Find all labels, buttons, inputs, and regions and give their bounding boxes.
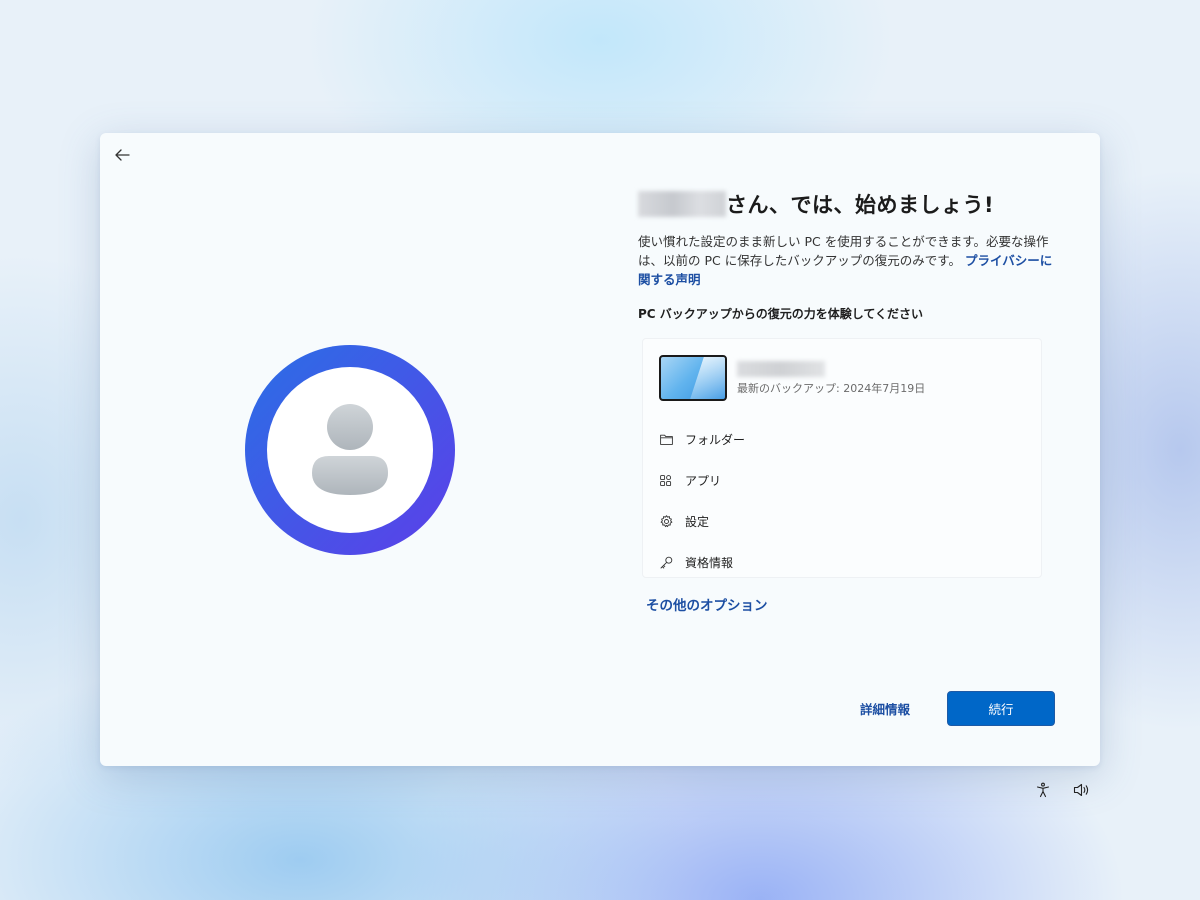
redacted-device-name [737, 360, 825, 377]
apps-icon [659, 474, 673, 488]
folder-icon [659, 433, 673, 447]
more-info-link[interactable]: 詳細情報 [860, 699, 910, 718]
content-panel: さん、では、始めましょう! 使い慣れた設定のまま新しい PC を使用することがで… [638, 188, 1058, 614]
description: 使い慣れた設定のまま新しい PC を使用することができます。必要な操作は、以前の… [638, 232, 1058, 289]
list-item-settings: 設定 [659, 501, 745, 542]
gear-icon [659, 515, 673, 529]
page-title: さん、では、始めましょう! [638, 188, 1058, 220]
device-thumbnail [659, 355, 727, 401]
list-item-label: アプリ [685, 474, 722, 488]
accessibility-icon[interactable] [1034, 781, 1052, 799]
backup-device: 最新のバックアップ: 2024年7月19日 [659, 355, 925, 401]
setup-window: さん、では、始めましょう! 使い慣れた設定のまま新しい PC を使用することがで… [100, 133, 1100, 766]
last-backup-date: 最新のバックアップ: 2024年7月19日 [737, 381, 926, 395]
more-options-link[interactable]: その他のオプション [646, 594, 1058, 614]
back-button[interactable] [110, 143, 134, 167]
list-item-label: 資格情報 [685, 556, 734, 570]
backup-items-list: フォルダー アプリ 設定 資格情報 [659, 419, 745, 583]
arrow-left-icon [115, 149, 130, 161]
redacted-user-name [638, 191, 726, 217]
key-icon [659, 556, 673, 570]
list-item-apps: アプリ [659, 460, 745, 501]
list-item-label: 設定 [685, 515, 710, 529]
list-item-credentials: 資格情報 [659, 542, 745, 583]
title-text: さん、では、始めましょう! [726, 193, 995, 217]
volume-icon[interactable] [1073, 781, 1091, 799]
backup-card: 最新のバックアップ: 2024年7月19日 フォルダー アプリ 設定 資格情報 [642, 338, 1042, 578]
backup-subheading: PC バックアップからの復元の力を体験してください [638, 307, 924, 321]
device-info: 最新のバックアップ: 2024年7月19日 [737, 360, 926, 396]
continue-button[interactable]: 続行 [947, 691, 1055, 726]
user-avatar-icon [245, 345, 455, 555]
list-item-folders: フォルダー [659, 419, 745, 460]
list-item-label: フォルダー [685, 433, 746, 447]
